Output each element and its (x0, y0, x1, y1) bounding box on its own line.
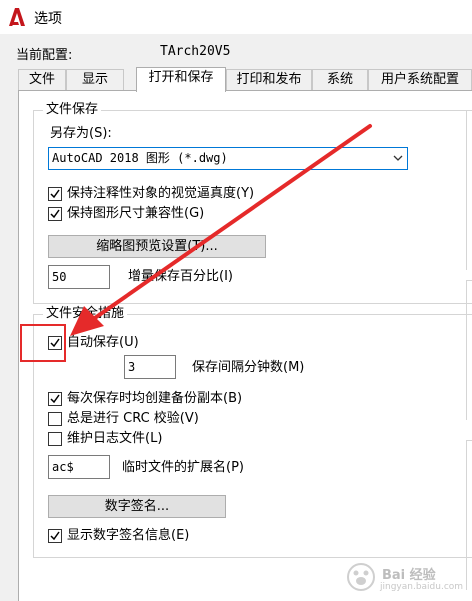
tab-strip: 文件 显示 打开和保存 打印和发布 系统 用户系统配置 (16, 67, 472, 92)
file-save-group: 文件保存 另存为(S): AutoCAD 2018 图形 (*.dwg) 保持注… (33, 102, 472, 304)
paw-icon (347, 563, 375, 591)
profile-label: 当前配置: (16, 48, 73, 63)
file-safety-group: 文件安全措施 自动保存(U) 3 保存间隔分钟数(M) 每次保存时均创建备份副本… (33, 306, 472, 558)
chevron-down-icon (393, 155, 403, 161)
incremental-save-input[interactable]: 50 (48, 265, 110, 289)
drawing-size-checkbox[interactable] (48, 207, 62, 221)
checkmark-icon (50, 189, 60, 199)
watermark-text: Bai 经验 (382, 568, 436, 583)
tab-display[interactable]: 显示 (66, 69, 124, 91)
incremental-save-label: 增量保存百分比(I) (128, 269, 233, 284)
title-bar: 选项 (0, 0, 472, 34)
annotative-fidelity-checkbox[interactable] (48, 187, 62, 201)
checkmark-icon (50, 531, 60, 541)
save-as-dropdown[interactable]: AutoCAD 2018 图形 (*.dwg) (48, 147, 408, 170)
highlight-box (20, 324, 66, 362)
annotative-fidelity-label: 保持注释性对象的视觉逼真度(Y) (67, 186, 255, 201)
tab-open-and-save[interactable]: 打开和保存 (136, 67, 226, 92)
tab-files[interactable]: 文件 (18, 69, 66, 91)
autocad-a-icon (9, 8, 25, 26)
temp-extension-input[interactable]: ac$ (48, 455, 110, 479)
checkmark-icon (50, 209, 60, 219)
profile-value: TArch20V5 (160, 44, 231, 59)
thumbnail-settings-button[interactable]: 缩略图预览设置(T)... (48, 235, 266, 258)
file-safety-title: 文件安全措施 (43, 306, 128, 322)
tab-plot-and-publish[interactable]: 打印和发布 (226, 69, 312, 91)
backup-copy-label: 每次保存时均创建备份副本(B) (67, 391, 243, 406)
tab-system[interactable]: 系统 (312, 69, 368, 91)
crc-check-label: 总是进行 CRC 校验(V) (67, 411, 199, 426)
log-file-checkbox[interactable] (48, 432, 62, 446)
autosave-label: 自动保存(U) (67, 335, 139, 350)
show-signature-label: 显示数字签名信息(E) (67, 528, 190, 543)
save-as-label: 另存为(S): (50, 126, 112, 141)
save-interval-input[interactable]: 3 (124, 355, 176, 379)
watermark-url: jingyan.baidu.com (380, 582, 464, 592)
digital-signature-button[interactable]: 数字签名... (48, 495, 226, 518)
backup-copy-checkbox[interactable] (48, 392, 62, 406)
tab-panel-open-and-save: 文件保存 另存为(S): AutoCAD 2018 图形 (*.dwg) 保持注… (18, 90, 472, 601)
show-signature-checkbox[interactable] (48, 529, 62, 543)
file-save-title: 文件保存 (43, 102, 102, 118)
temp-extension-label: 临时文件的扩展名(P) (122, 460, 244, 475)
log-file-label: 维护日志文件(L) (67, 431, 163, 446)
drawing-size-label: 保持图形尺寸兼容性(G) (67, 206, 205, 221)
tab-user-preferences[interactable]: 用户系统配置 (368, 69, 472, 91)
baidu-watermark: Bai 经验 jingyan.baidu.com (342, 560, 468, 596)
adjacent-panel-edges (466, 110, 472, 590)
save-as-value: AutoCAD 2018 图形 (*.dwg) (52, 151, 228, 165)
window-title: 选项 (34, 11, 62, 27)
save-interval-label: 保存间隔分钟数(M) (192, 360, 305, 375)
checkmark-icon (50, 394, 60, 404)
crc-check-checkbox[interactable] (48, 412, 62, 426)
